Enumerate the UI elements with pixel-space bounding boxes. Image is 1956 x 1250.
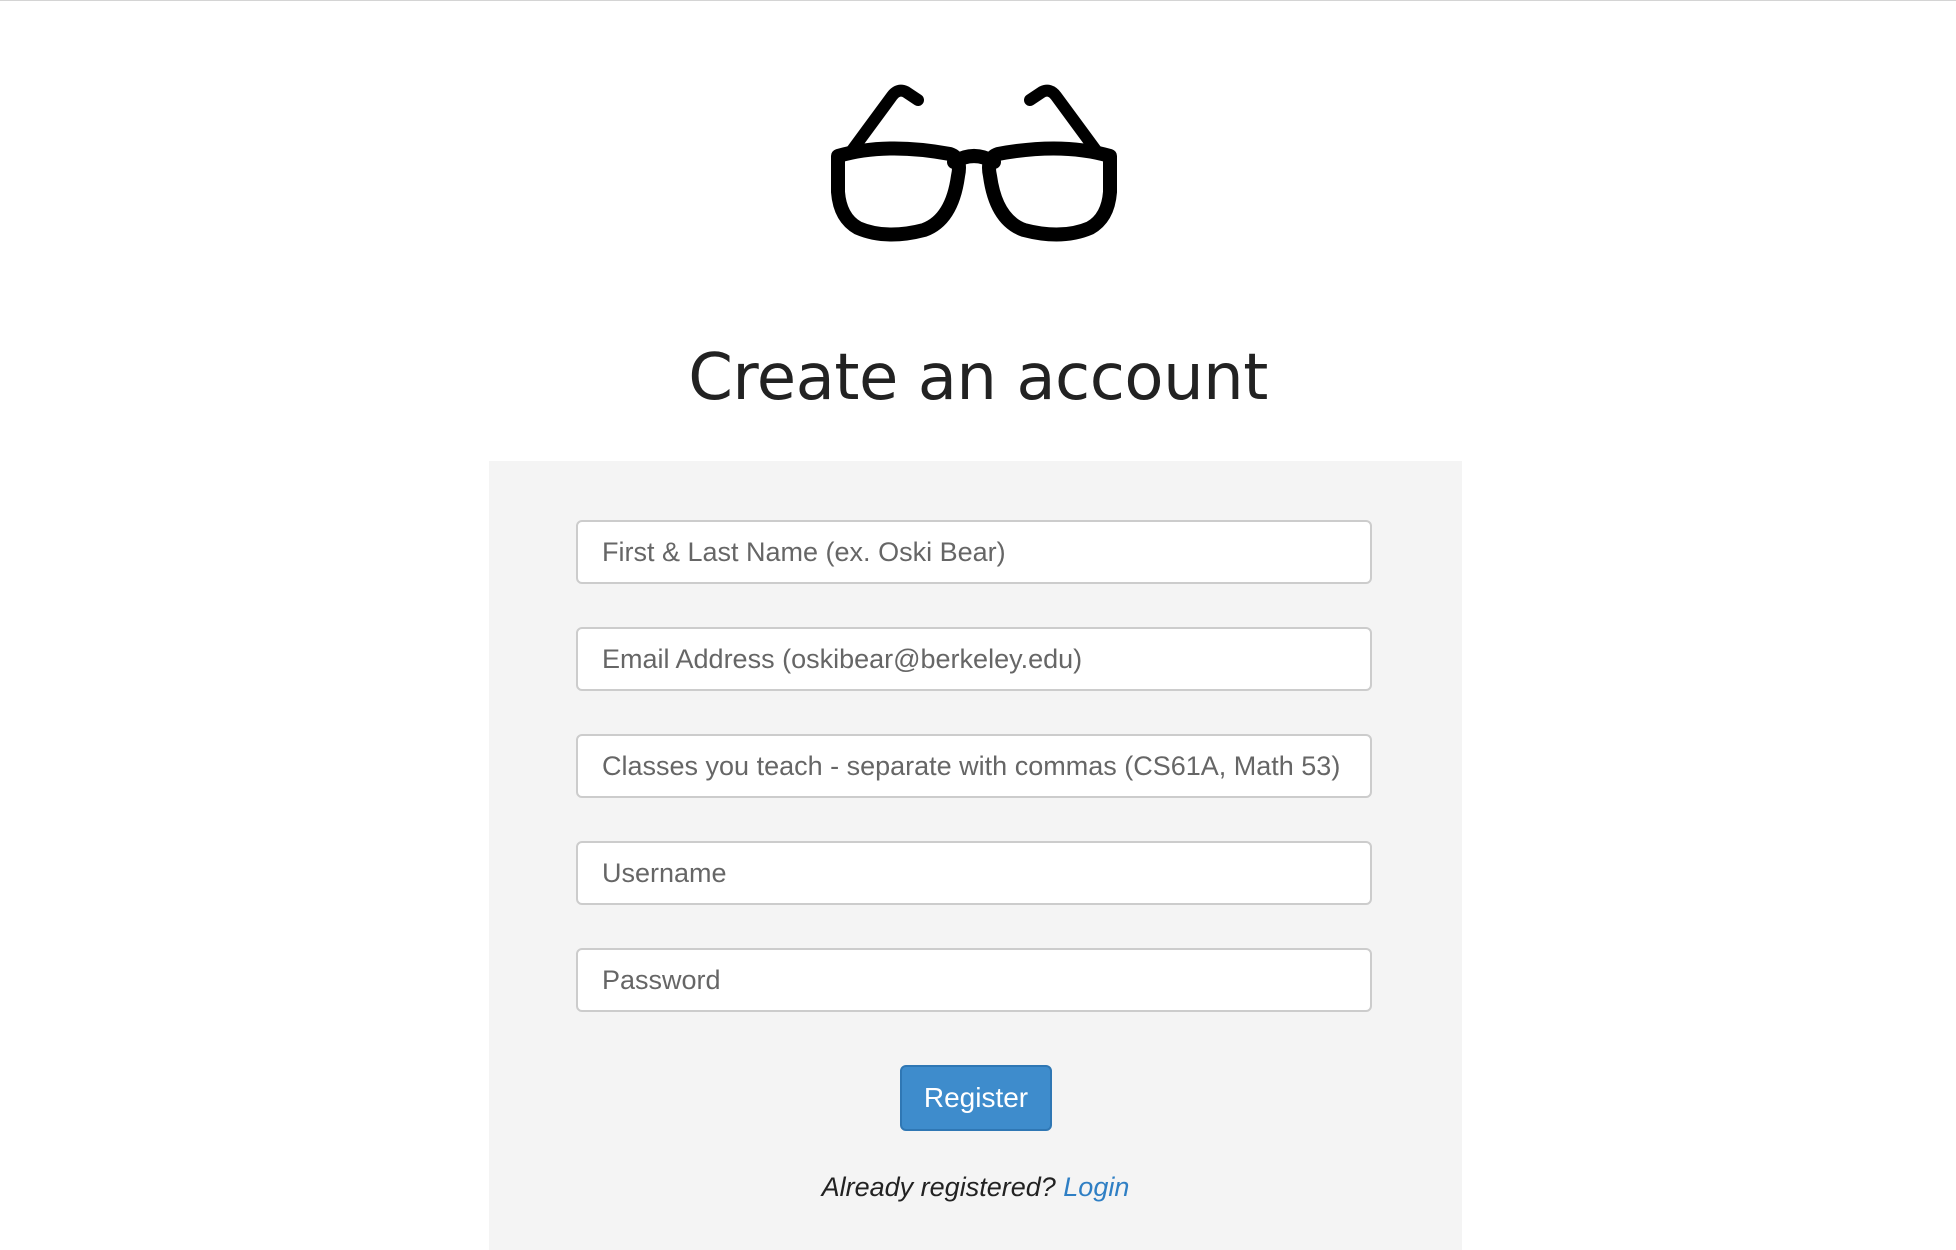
register-button[interactable]: Register — [900, 1065, 1052, 1131]
page-title: Create an account — [688, 341, 1268, 415]
username-input[interactable] — [576, 841, 1372, 905]
full-name-input[interactable] — [576, 520, 1372, 584]
glasses-icon — [826, 84, 1122, 244]
classes-input[interactable] — [576, 734, 1372, 798]
already-registered-text: Already registered? — [821, 1172, 1056, 1202]
login-prompt: Already registered? Login — [489, 1167, 1462, 1207]
login-link[interactable]: Login — [1063, 1172, 1129, 1202]
password-input[interactable] — [576, 948, 1372, 1012]
email-input[interactable] — [576, 627, 1372, 691]
top-divider — [0, 0, 1956, 1]
registration-form: Register Already registered? Login — [489, 461, 1462, 1250]
